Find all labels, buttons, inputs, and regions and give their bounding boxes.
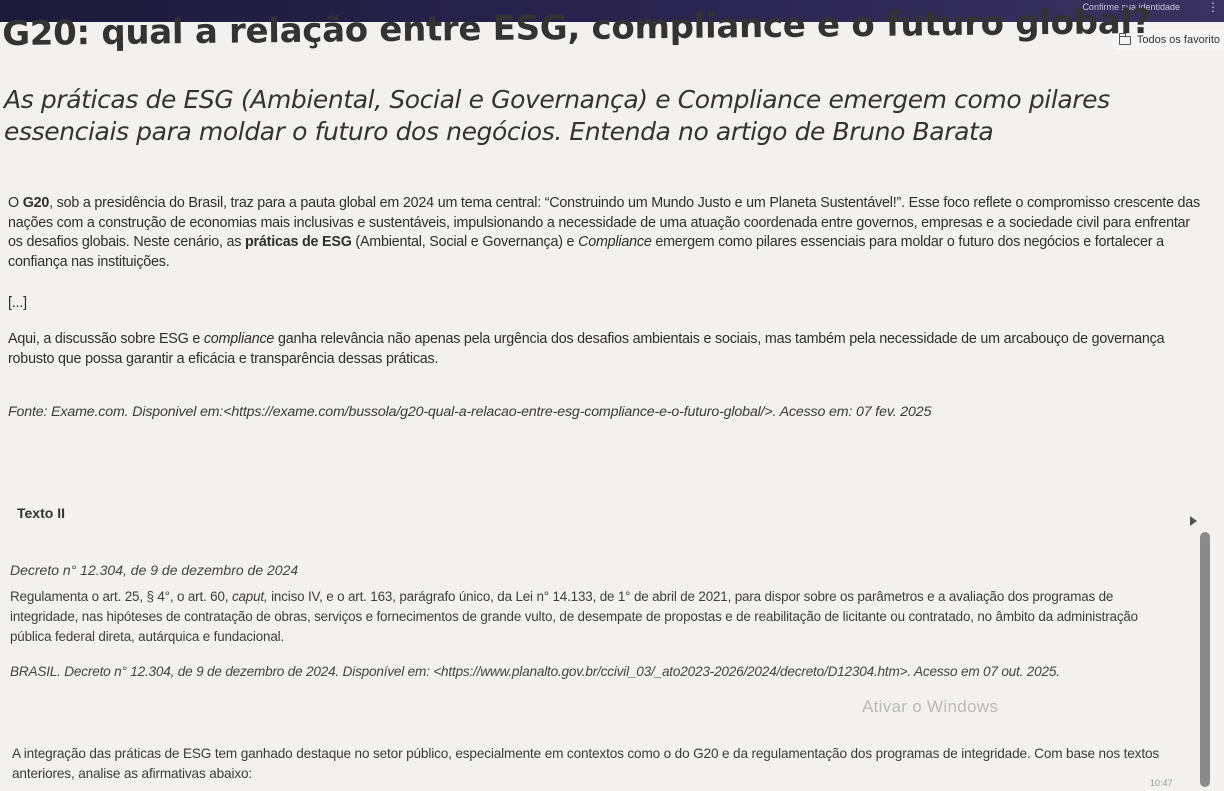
decree-summary: Regulamenta o art. 25, § 4°, o art. 60, … xyxy=(10,587,1160,647)
question-prompt: A integração das práticas de ESG tem gan… xyxy=(12,746,1160,781)
omission-marker: [...] xyxy=(8,295,27,311)
article-paragraph-1: O G20, sob a presidência do Brasil, traz… xyxy=(8,194,1203,272)
bold-g20: G20 xyxy=(22,195,50,211)
text-run: Regulamenta o art. 25, § 4°, o art. 60, xyxy=(10,589,232,604)
italic-compliance: Compliance xyxy=(578,234,652,250)
mouse-pointer-icon xyxy=(1190,516,1197,526)
more-options-icon[interactable]: ⋮ xyxy=(1207,0,1220,14)
text-run: Aqui, a discussão sobre ESG e xyxy=(8,331,204,347)
text-run: (Ambiental, Social e Governança) e xyxy=(351,234,579,250)
taskbar-clock: 10:47 xyxy=(1150,778,1173,788)
windows-activation-watermark: Ativar o Windows xyxy=(862,697,999,716)
decree-title: Decreto n° 12.304, de 9 de dezembro de 2… xyxy=(10,562,299,578)
text-run: O xyxy=(8,195,23,211)
bold-esg-practices: práticas de ESG xyxy=(244,234,352,250)
article-paragraph-2: Aqui, a discussão sobre ESG e compliance… xyxy=(8,330,1203,369)
article-subtitle: As práticas de ESG (Ambiental, Social e … xyxy=(4,85,1110,146)
vertical-scrollbar[interactable] xyxy=(1200,532,1210,787)
text-ii-heading: Texto II xyxy=(17,505,65,521)
italic-compliance: compliance xyxy=(203,331,275,347)
article-source: Fonte: Exame.com. Disponivel em:<https:/… xyxy=(8,404,932,420)
decree-source: BRASIL. Decreto n° 12.304, de 9 de dezem… xyxy=(10,664,1060,679)
italic-caput: caput, xyxy=(231,589,268,604)
